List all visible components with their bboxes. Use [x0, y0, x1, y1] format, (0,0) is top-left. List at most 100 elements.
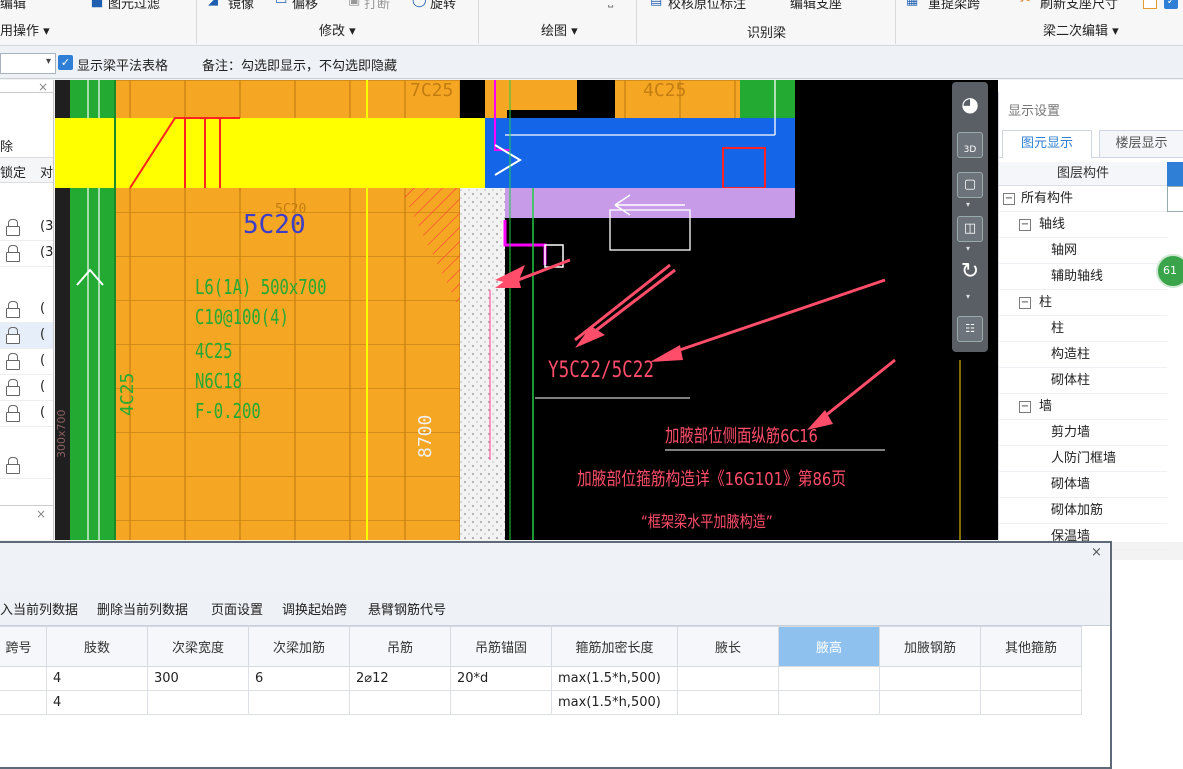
tree-item[interactable]: − 柱 [999, 290, 1167, 316]
close-icon[interactable]: × [36, 507, 46, 521]
ribbon-refresh-support-item[interactable]: 刷新支座尺寸 [1040, 0, 1118, 12]
mirror-icon[interactable]: ◢ [208, 0, 218, 8]
ribbon-edit-support-item[interactable]: 编辑支座 [790, 0, 842, 12]
dimension-icon[interactable] [1143, 0, 1157, 9]
group-modify[interactable]: 修改 ▾ [319, 20, 356, 39]
ribbon-offset-item[interactable]: 偏移 [292, 0, 318, 12]
col-haunch-height[interactable]: 腋高 [778, 626, 880, 667]
visibility-checkbox[interactable] [1167, 186, 1183, 212]
ribbon-rotate-item[interactable]: 旋转 [430, 0, 456, 12]
cell[interactable]: 4 [46, 690, 148, 715]
cell[interactable] [248, 690, 350, 715]
list-item[interactable]: ( [0, 297, 53, 323]
cell[interactable] [147, 690, 249, 715]
tree-item[interactable]: 剪力墙 [999, 420, 1167, 446]
list-item[interactable]: ( [0, 323, 53, 349]
drawing-canvas[interactable]: 5C20 5C20 7C25 4C25 L6(1A) 500x700 C10@1… [55, 80, 998, 540]
cell[interactable] [778, 666, 880, 691]
filter-icon[interactable]: ▙ [92, 0, 102, 8]
cell[interactable]: 6 [248, 666, 350, 691]
tree-item[interactable]: − 墙 [999, 394, 1167, 420]
chevron-down-icon[interactable]: ▾ [966, 292, 970, 301]
lock-icon[interactable] [6, 245, 20, 262]
tree-item[interactable]: 砌体墙 [999, 472, 1167, 498]
chevron-down-icon[interactable]: ▾ [966, 200, 970, 209]
lock-icon[interactable] [6, 405, 20, 422]
tree-item[interactable]: 砌体加筋 [999, 498, 1167, 524]
list-item[interactable]: ( [0, 375, 53, 401]
col-hanger-anchor[interactable]: 吊筋锚固 [450, 626, 552, 667]
group-draw[interactable]: 绘图 ▾ [541, 20, 578, 39]
view-3d-button[interactable]: 3D [957, 132, 983, 158]
list-item[interactable]: ( [0, 401, 53, 427]
tree-item[interactable]: 构造柱 [999, 342, 1167, 368]
rotate-icon[interactable]: ↻ [957, 260, 983, 286]
break-icon[interactable]: ▣ [348, 0, 360, 8]
list-item[interactable] [0, 453, 53, 479]
cell[interactable] [677, 690, 779, 715]
tree-item[interactable]: − 所有构件 [999, 186, 1167, 212]
offset-icon[interactable]: ▭ [275, 0, 287, 8]
status-badge[interactable]: 61 [1156, 254, 1183, 288]
col-span-no[interactable]: 跨号 [0, 626, 47, 667]
check-annotation-icon[interactable]: ▤ [650, 0, 662, 8]
tree-item[interactable]: 轴网 [999, 238, 1167, 264]
col-haunch-length[interactable]: 腋长 [677, 626, 779, 667]
list-item[interactable]: ( [0, 349, 53, 375]
group-general[interactable]: 用操作 ▾ [0, 20, 50, 39]
group-secondary-edit[interactable]: 梁二次编辑 ▾ [1043, 20, 1119, 39]
ribbon-filter-item[interactable]: 图元过滤 [108, 0, 160, 12]
edit-support-icon[interactable]: ▀ [770, 0, 780, 8]
cell[interactable] [677, 666, 779, 691]
cube-icon[interactable]: ◫ [957, 216, 983, 242]
ribbon-reextract-span-item[interactable]: 重提梁跨 [928, 0, 980, 12]
cell[interactable] [0, 666, 47, 691]
show-table-checkbox[interactable]: ✓ [58, 55, 73, 70]
list-item[interactable]: (3 [0, 215, 53, 241]
lock-icon[interactable] [6, 457, 20, 474]
table-row[interactable]: 4 300 6 2⌀12 20*d max(1.5*h,500) [0, 666, 1082, 691]
ribbon-check-annotation-item[interactable]: 校核原位标注 [668, 0, 746, 12]
page-setup-button[interactable]: 页面设置 [211, 599, 263, 618]
tab-floor-display[interactable]: 楼层显示 [1099, 130, 1183, 158]
reextract-span-icon[interactable]: ▦ [906, 0, 918, 8]
col-sec-beam-width[interactable]: 次梁宽度 [147, 626, 249, 667]
delete-column-button[interactable]: 删除当前列数据 [97, 599, 188, 618]
tree-item[interactable]: 人防门框墙 [999, 446, 1167, 472]
tree-item[interactable]: 砌体柱 [999, 368, 1167, 394]
ribbon-edit-item[interactable]: 编辑 [0, 0, 26, 12]
front-view-icon[interactable]: ▢ [957, 172, 983, 198]
collapse-icon[interactable]: − [1019, 219, 1031, 231]
ribbon-mirror-item[interactable]: 镜像 [228, 0, 254, 12]
collapse-icon[interactable]: − [1019, 401, 1031, 413]
cell[interactable]: max(1.5*h,500) [551, 666, 678, 691]
cell[interactable]: 20*d [450, 666, 552, 691]
tree-item[interactable]: 柱 [999, 316, 1167, 342]
lock-icon[interactable] [6, 379, 20, 396]
cell[interactable] [980, 666, 1082, 691]
menu-icon[interactable]: ☷ [957, 316, 983, 342]
cell[interactable]: 300 [147, 666, 249, 691]
lock-icon[interactable] [6, 301, 20, 318]
lock-icon[interactable] [6, 353, 20, 370]
draw-icon[interactable]: ⎵ [608, 0, 613, 8]
col-haunch-bars[interactable]: 加腋钢筋 [879, 626, 981, 667]
tree-item[interactable]: − 轴线 [999, 212, 1167, 238]
rebar-text[interactable]: Y5C22/5C22 [548, 358, 654, 383]
cell[interactable] [879, 666, 981, 691]
col-other-stirrups[interactable]: 其他箍筋 [980, 626, 1082, 667]
orbit-icon[interactable]: ◕ [957, 92, 983, 118]
insert-column-button[interactable]: 入当前列数据 [0, 599, 78, 618]
cantilever-code-button[interactable]: 悬臂钢筋代号 [368, 599, 446, 618]
close-icon[interactable]: × [1091, 545, 1102, 560]
checkbox-icon[interactable]: ✓ [1164, 0, 1178, 9]
cell[interactable] [0, 690, 47, 715]
chevron-down-icon[interactable]: ▾ [966, 244, 970, 253]
cell[interactable] [879, 690, 981, 715]
floor-combo[interactable]: ▾ [0, 53, 56, 74]
refresh-support-icon[interactable]: ✂ [1020, 0, 1031, 8]
chevron-down-icon[interactable]: ▾ [46, 56, 51, 67]
col-sec-beam-bars[interactable]: 次梁加筋 [248, 626, 350, 667]
cell[interactable] [980, 690, 1082, 715]
table-row[interactable]: 4 max(1.5*h,500) [0, 690, 1082, 715]
